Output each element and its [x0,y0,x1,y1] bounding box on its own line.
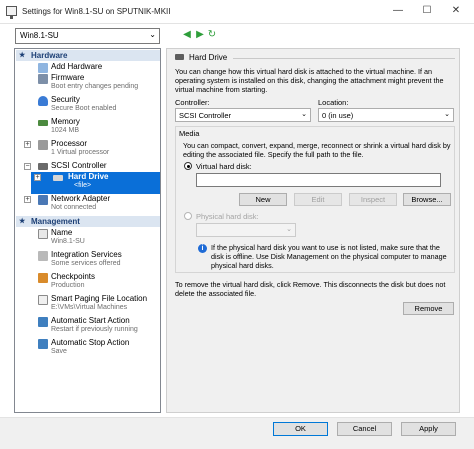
refresh-icon[interactable]: ↻ [206,29,218,41]
tree-item-security[interactable]: Security Secure Boot enabled [24,95,159,117]
tree-item-checkpoints[interactable]: Checkpoints Production [24,272,159,294]
tree-item-firmware[interactable]: Firmware Boot entry changes pending [24,73,159,95]
collapse-icon[interactable]: − [24,163,31,170]
media-description: You can compact, convert, expand, merge,… [183,141,451,159]
tree-item-processor[interactable]: + Processor 1 Virtual processor [24,139,159,161]
edit-button[interactable]: Edit [294,193,342,206]
hard-drive-icon [175,54,184,60]
chevron-down-icon: ⌄ [444,111,450,118]
expand-icon[interactable]: + [24,141,31,148]
tree-item-auto-stop[interactable]: Automatic Stop Action Save [24,338,159,360]
remove-description: To remove the virtual hard disk, click R… [175,280,446,298]
apply-button[interactable]: Apply [401,422,456,436]
scsi-controller-icon [38,163,48,170]
location-dropdown[interactable]: 0 (in use) ⌄ [318,108,454,122]
name-icon [38,229,48,239]
chevron-down-icon: ⌄ [149,30,156,39]
tree-item-network-adapter[interactable]: + Network Adapter Not connected [24,194,159,216]
forward-arrow-icon[interactable]: ▶ [194,29,206,41]
processor-icon [38,140,48,150]
auto-start-icon [38,317,48,327]
physical-hard-disk-radio[interactable] [184,212,192,220]
panel-title: Hard Drive [189,53,228,62]
settings-tree: ★ Hardware Add Hardware Firmware Boot en… [14,48,161,413]
checkpoints-icon [38,273,48,283]
minimize-button[interactable]: — [388,3,408,19]
paging-file-icon [38,295,48,305]
virtual-hard-disk-label: Virtual hard disk: [196,162,252,171]
vm-selector-dropdown[interactable]: Win8.1-SU ⌄ [15,28,160,44]
tree-item-name[interactable]: Name Win8.1-SU [24,228,159,250]
media-label: Media [179,129,200,138]
tree-item-integration-services[interactable]: Integration Services Some services offer… [24,250,159,272]
dialog-footer: OK Cancel Apply [0,417,474,449]
ok-button[interactable]: OK [273,422,328,436]
firmware-icon [38,74,48,84]
tree-item-scsi-controller[interactable]: − SCSI Controller [24,161,159,172]
memory-icon [38,120,48,126]
location-label: Location: [318,98,349,107]
tree-item-memory[interactable]: Memory 1024 MB [24,117,159,139]
browse-button[interactable]: Browse... [403,193,451,206]
new-button[interactable]: New [239,193,287,206]
tree-item-hard-drive[interactable]: + Hard Drive <file> [31,172,160,194]
network-adapter-icon [38,195,48,205]
panel-header: Hard Drive [173,53,457,63]
expand-icon[interactable]: + [34,174,41,181]
hard-drive-icon [53,175,63,181]
shield-icon [38,96,48,106]
chevron-down-icon: ⌄ [286,226,292,233]
physical-disk-note: If the physical hard disk you want to us… [211,243,447,270]
close-button[interactable]: ✕ [446,3,466,19]
vm-selector-value: Win8.1-SU [20,31,59,40]
management-section-header[interactable]: ★ Management [16,216,160,227]
expand-icon[interactable]: + [24,196,31,203]
remove-button[interactable]: Remove [403,302,454,315]
maximize-button[interactable]: ☐ [417,3,437,19]
info-icon: i [198,244,207,253]
media-group: Media You can compact, convert, expand, … [175,126,455,273]
inspect-button[interactable]: Inspect [349,193,397,206]
panel-description: You can change how this virtual hard dis… [175,67,444,94]
virtual-hard-disk-path-input[interactable] [196,173,441,187]
tree-item-smart-paging[interactable]: Smart Paging File Location E:\VMs\Virtua… [24,294,159,316]
tree-item-add-hardware[interactable]: Add Hardware [24,62,159,73]
auto-stop-icon [38,339,48,349]
integration-services-icon [38,251,48,261]
hardware-section-header[interactable]: ★ Hardware [16,50,160,61]
controller-label: Controller: [175,98,210,107]
chevron-down-icon: ⌄ [301,111,307,118]
controller-dropdown[interactable]: SCSI Controller ⌄ [175,108,311,122]
hard-drive-settings-panel: Hard Drive You can change how this virtu… [166,48,460,413]
virtual-hard-disk-radio[interactable] [184,162,192,170]
tree-item-auto-start[interactable]: Automatic Start Action Restart if previo… [24,316,159,338]
physical-hard-disk-label: Physical hard disk: [196,212,259,221]
add-hardware-icon [38,63,48,73]
title-bar: Settings for Win8.1-SU on SPUTNIK-MKII —… [0,0,474,24]
cancel-button[interactable]: Cancel [337,422,392,436]
collapse-icon: ★ [19,218,26,225]
back-arrow-icon[interactable]: ◀ [181,29,193,41]
divider [233,58,455,59]
physical-hard-disk-dropdown[interactable]: ⌄ [196,223,296,237]
window-title: Settings for Win8.1-SU on SPUTNIK-MKII [22,7,171,16]
settings-window-icon [6,6,17,19]
collapse-icon: ★ [19,52,26,59]
